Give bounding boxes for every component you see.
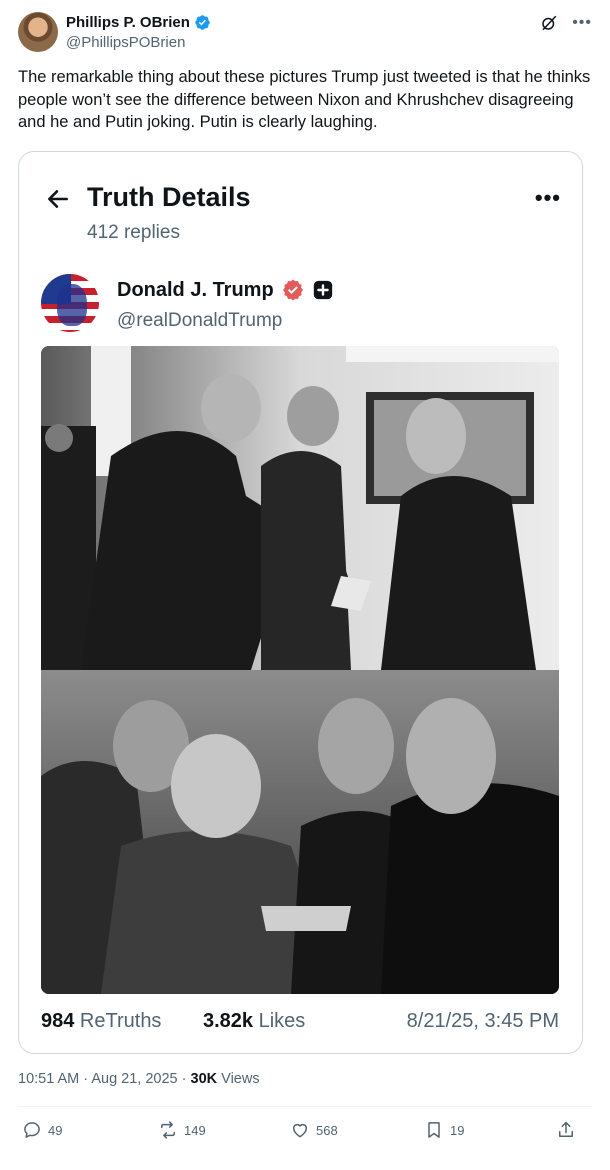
author-display-name[interactable]: Phillips P. OBrien — [66, 14, 190, 31]
author-handle[interactable]: @PhillipsPOBrien — [66, 34, 185, 51]
reply-count: 49 — [48, 1122, 63, 1138]
truth-author-name-row: Donald J. Trump — [117, 278, 334, 302]
like-count: 568 — [316, 1122, 338, 1138]
reply-icon — [24, 1122, 40, 1138]
repost-icon — [161, 1121, 175, 1139]
more-icon[interactable]: ••• — [572, 15, 592, 31]
tweet-timestamp[interactable]: 10:51 AM · Aug 21, 2025 · — [18, 1071, 191, 1087]
heart-icon — [293, 1123, 307, 1138]
grok-icon[interactable] — [540, 14, 558, 32]
divider — [18, 1106, 592, 1107]
truth-verified-icon — [282, 279, 303, 301]
tweet-header: Phillips P. OBrien @PhillipsPOBrien ••• — [18, 12, 592, 56]
action-bar: 49 149 568 19 — [18, 1120, 592, 1146]
bookmark-icon — [428, 1122, 440, 1138]
views-count: 30K — [190, 1071, 218, 1087]
author-avatar[interactable] — [18, 12, 58, 52]
back-arrow-icon[interactable] — [45, 186, 71, 212]
bookmark-button[interactable]: 19 — [424, 1120, 464, 1140]
header-icons: ••• — [540, 14, 592, 32]
like-button[interactable]: 568 — [290, 1120, 338, 1140]
tweet-meta: 10:51 AM · Aug 21, 2025 · 30K Views — [18, 1071, 260, 1087]
truth-plus-icon — [313, 280, 332, 300]
truth-author-name: Donald J. Trump — [117, 278, 274, 301]
truth-author-handle: @realDonaldTrump — [117, 310, 283, 331]
verified-badge-icon — [195, 15, 210, 30]
truth-more-icon[interactable]: ••• — [535, 187, 561, 209]
embedded-image-card[interactable]: Truth Details ••• 412 replies Donald J. … — [18, 151, 583, 1054]
truth-likes-stat: 3.82k Likes — [203, 1010, 306, 1032]
truth-author-avatar — [41, 274, 99, 332]
share-icon — [559, 1121, 573, 1137]
reply-button[interactable]: 49 — [22, 1120, 62, 1140]
truth-post-date: 8/21/25, 3:45 PM — [406, 1010, 559, 1032]
repost-count: 149 — [184, 1122, 206, 1138]
share-button[interactable] — [556, 1120, 576, 1140]
bookmark-count: 19 — [450, 1122, 465, 1138]
replies-count: 412 replies — [87, 222, 180, 243]
photo-collage — [41, 346, 559, 994]
retruths-stat: 984 ReTruths — [41, 1010, 162, 1032]
truth-details-header: Truth Details ••• — [41, 182, 561, 218]
tweet-text: The remarkable thing about these picture… — [18, 68, 591, 131]
truth-details-title: Truth Details — [87, 182, 251, 212]
author-name-row: Phillips P. OBrien — [66, 14, 211, 31]
repost-button[interactable]: 149 — [158, 1120, 206, 1140]
views-label: Views — [217, 1071, 260, 1087]
truth-stats: 984 ReTruths 3.82k Likes 8/21/25, 3:45 P… — [41, 1008, 559, 1038]
post-photo[interactable] — [41, 346, 559, 994]
